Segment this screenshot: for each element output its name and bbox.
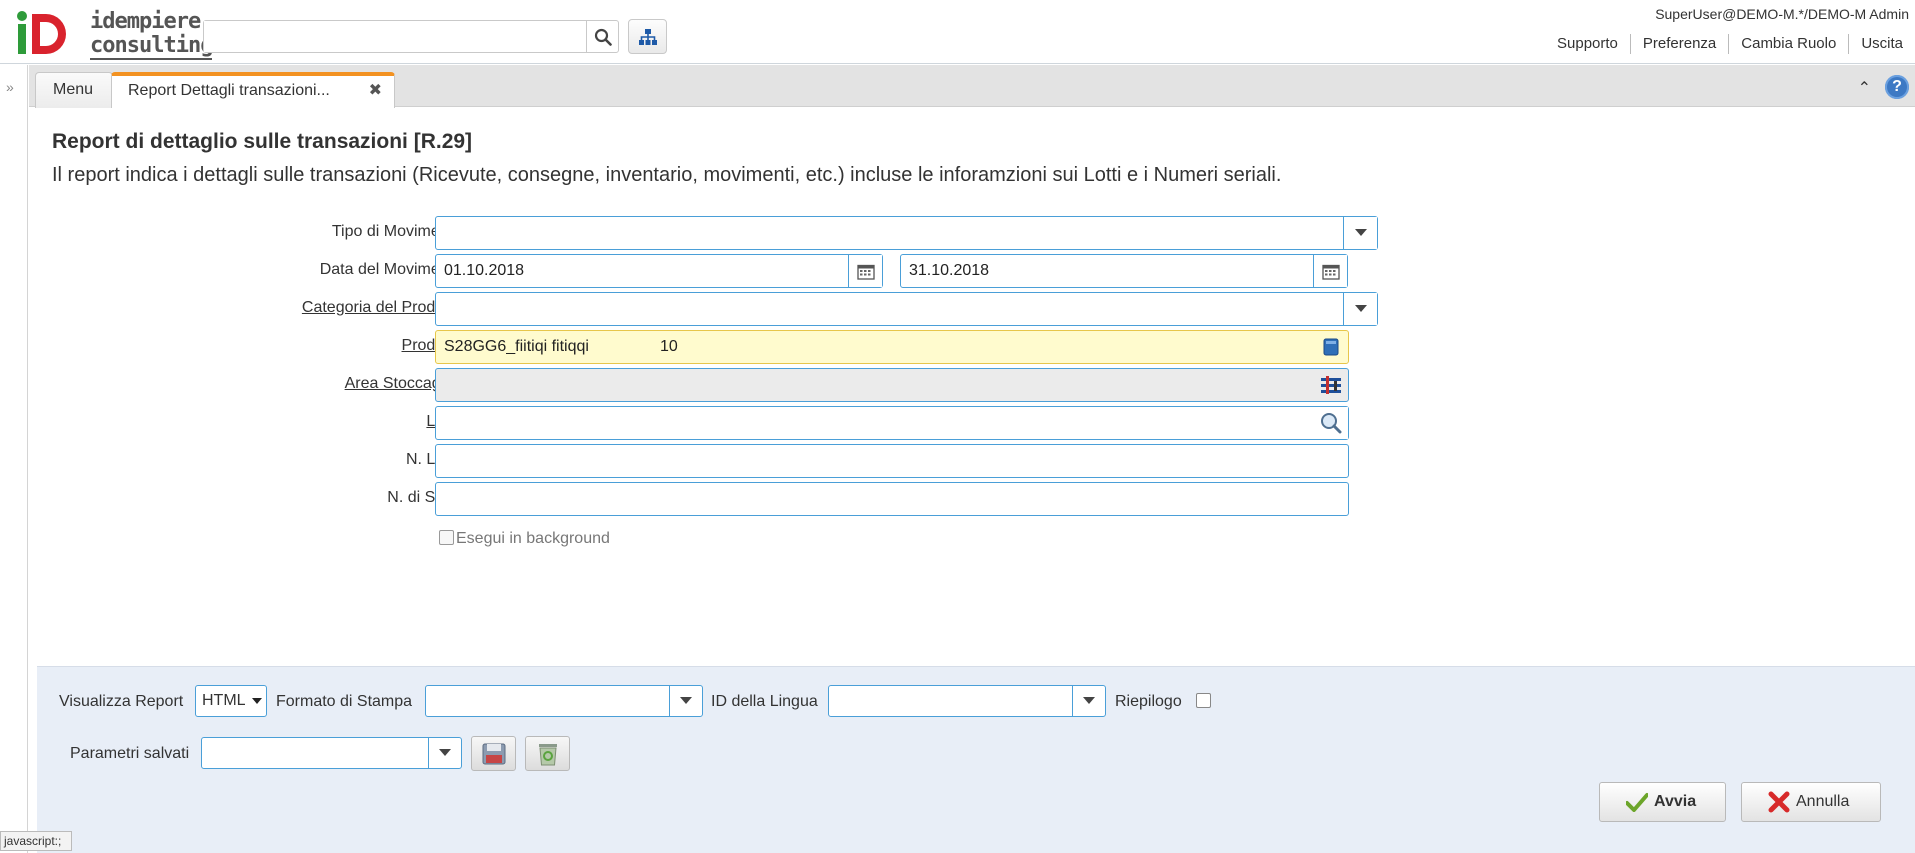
tab-report-dettagli[interactable]: Report Dettagli transazioni... ✖ (111, 72, 395, 108)
chevron-down-icon (680, 697, 692, 704)
calendar-icon (1321, 264, 1340, 280)
prodotto-field[interactable]: S28GG6_fiitiqi fitiqqi 10 (435, 330, 1349, 364)
close-tab-icon[interactable]: ✖ (369, 76, 382, 106)
tab-bar: Menu Report Dettagli transazioni... ✖ ⌃ … (29, 65, 1915, 108)
report-options-panel: Visualizza Report HTML Formato di Stampa… (37, 666, 1915, 853)
app-header: idempiere consulting SuperUser@DEMO-M.*/… (0, 0, 1915, 64)
save-parameters-button[interactable] (471, 736, 516, 771)
header-links: Supporto Preferenza Cambia Ruolo Uscita (1545, 34, 1915, 54)
help-icon[interactable]: ? (1885, 75, 1909, 99)
sitemap-icon (638, 28, 657, 45)
row-tipo-movimento: Tipo di Movimento (29, 216, 1378, 250)
menu-tree-button[interactable] (628, 19, 667, 54)
date-to-calendar-button[interactable] (1313, 255, 1347, 287)
idempiere-logo[interactable]: idempiere consulting (6, 6, 213, 62)
search-button[interactable] (586, 21, 618, 52)
parametri-salvati-select[interactable] (201, 737, 462, 769)
chevron-down-icon (439, 749, 451, 756)
cancel-x-icon (1768, 791, 1790, 813)
formato-stampa-select[interactable] (425, 685, 703, 717)
chevron-down-icon (1354, 229, 1367, 236)
background-checkbox-box[interactable] (439, 530, 454, 545)
n-serie-field[interactable] (435, 482, 1349, 516)
global-search (203, 20, 619, 53)
page-title: Report di dettaglio sulle transazioni [R… (52, 130, 473, 153)
link-cambia-ruolo[interactable]: Cambia Ruolo (1728, 34, 1848, 54)
page-description: Il report indica i dettagli sulle transa… (52, 164, 1282, 186)
global-search-input[interactable] (204, 21, 588, 52)
background-checkbox[interactable]: Esegui in background (439, 530, 610, 548)
chevron-down-icon (252, 698, 262, 704)
row-n-serie: N. di Serie (29, 482, 1349, 516)
logo-text-top: idempiere (90, 9, 201, 34)
logo-text-bottom: consulting (90, 33, 213, 60)
categoria-prodotto-select[interactable] (435, 292, 1378, 326)
lotto-search-button[interactable] (1314, 407, 1348, 439)
logo-mark-icon (17, 11, 66, 54)
floppy-disk-icon (482, 743, 505, 764)
chevron-down-icon (1354, 305, 1367, 312)
row-lotto: Lotto (29, 406, 1349, 440)
row-prodotto: Prodotto S28GG6_fiitiqi fitiqqi 10 (29, 330, 1349, 364)
locator-icon (1321, 376, 1341, 394)
chevron-down-icon (1083, 697, 1095, 704)
row-area-stoccaggio: Area Stoccaggio (29, 368, 1349, 402)
row-categoria-prodotto: Categoria del Prodotto (29, 292, 1378, 326)
dropdown-button[interactable] (1343, 217, 1377, 249)
expand-panel-icon[interactable]: » (6, 79, 14, 95)
browser-status-text: javascript:; (0, 831, 72, 851)
locator-button[interactable] (1314, 369, 1348, 401)
process-dialog: Report di dettaglio sulle transazioni [R… (29, 108, 1915, 666)
current-user: SuperUser@DEMO-M.*/DEMO-M Admin (1655, 6, 1909, 22)
lotto-field[interactable] (435, 406, 1349, 440)
row-n-lotto: N. Lotto (29, 444, 1349, 478)
riepilogo-checkbox[interactable] (1196, 693, 1211, 708)
lingua-select[interactable] (828, 685, 1106, 717)
annulla-button[interactable]: Annulla (1741, 782, 1881, 822)
date-from-calendar-button[interactable] (848, 255, 882, 287)
product-info-button[interactable] (1314, 331, 1348, 363)
date-to-field[interactable]: 31.10.2018 (900, 254, 1348, 288)
label-id-lingua: ID della Lingua (711, 693, 818, 710)
label-riepilogo: Riepilogo (1115, 693, 1182, 710)
area-stoccaggio-field[interactable] (435, 368, 1349, 402)
dropdown-button[interactable] (428, 738, 461, 768)
link-preferenza[interactable]: Preferenza (1629, 34, 1728, 54)
label-formato-stampa: Formato di Stampa (276, 693, 413, 710)
label-visualizza-report: Visualizza Report (59, 693, 184, 710)
dropdown-button[interactable] (1072, 686, 1105, 716)
background-checkbox-label: Esegui in background (456, 530, 610, 547)
avvia-button[interactable]: Avvia (1599, 782, 1726, 822)
tab-menu[interactable]: Menu (35, 72, 113, 108)
west-panel-collapsed: » (0, 65, 28, 853)
dropdown-button[interactable] (669, 686, 702, 716)
delete-parameters-button[interactable] (525, 736, 570, 771)
checkmark-icon (1626, 793, 1648, 812)
search-icon (594, 28, 612, 46)
magnifier-icon (1321, 413, 1342, 434)
label-parametri-salvati: Parametri salvati (70, 745, 190, 762)
row-data-movimento: Data del Movimento 01.10.2018 31.10.2018 (29, 254, 1349, 288)
date-from-field[interactable]: 01.10.2018 (435, 254, 883, 288)
link-uscita[interactable]: Uscita (1848, 34, 1915, 54)
recycle-bin-icon (538, 743, 557, 765)
link-supporto[interactable]: Supporto (1545, 34, 1630, 54)
collapse-header-icon[interactable]: ⌃ (1858, 78, 1871, 98)
tab-report-dettagli-label: Report Dettagli transazioni... (128, 82, 330, 99)
n-lotto-field[interactable] (435, 444, 1349, 478)
dropdown-button[interactable] (1343, 293, 1377, 325)
tipo-movimento-select[interactable] (435, 216, 1378, 250)
report-type-select[interactable]: HTML (195, 685, 267, 717)
calendar-icon (856, 264, 875, 280)
product-icon (1323, 338, 1339, 356)
